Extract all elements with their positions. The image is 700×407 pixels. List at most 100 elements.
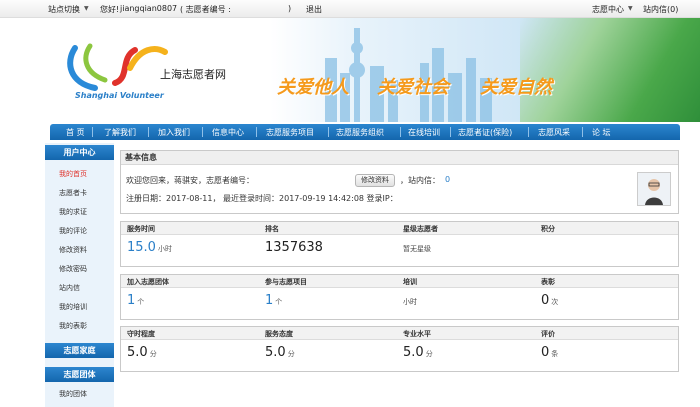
attitude-value: 5.0 分 — [265, 345, 295, 360]
nav-divider — [148, 127, 149, 137]
logo-english-text: Shanghai Volunteer — [75, 91, 164, 100]
nav-divider — [256, 127, 257, 137]
inbox-label: ，站内信： — [400, 176, 440, 185]
punctuality-value: 5.0 分 — [127, 345, 157, 360]
nav-divider — [400, 127, 401, 137]
chevron-down-icon[interactable]: ▼ — [628, 5, 633, 12]
sidebar: 用户中心 我的首页 志愿者卡 我的求证 我的评论 修改资料 修改密码 站内信 我… — [45, 143, 114, 407]
nav-divider — [582, 127, 583, 137]
professional-number: 5.0 — [403, 345, 424, 360]
sidebar-heading-group[interactable]: 志愿团体 — [45, 367, 114, 382]
groups-number[interactable]: 1 — [127, 293, 135, 308]
volunteer-no-close: ) — [288, 4, 292, 13]
stats-header — [121, 222, 678, 235]
groups-value[interactable]: 1个 — [127, 293, 144, 308]
label-awards: 表彰 — [541, 278, 555, 286]
sidebar-item-change-password[interactable]: 修改密码 — [59, 264, 87, 274]
nav-organizations[interactable]: 志愿服务组织 — [336, 127, 384, 138]
star-value: 暂无星级 — [403, 245, 431, 253]
nav-forum[interactable]: 论 坛 — [592, 127, 611, 138]
edit-profile-button[interactable]: 修改资料 — [355, 174, 395, 187]
sidebar-item-edit-profile[interactable]: 修改资料 — [59, 245, 87, 255]
slogan-3: 关爱自然 — [480, 77, 552, 98]
avatar — [637, 172, 671, 206]
training-unit: 小时 — [403, 298, 417, 306]
sidebar-item-inbox[interactable]: 站内信 — [59, 283, 80, 293]
reviews-value: 0条 — [541, 345, 558, 360]
rank-value: 1357638 — [265, 240, 323, 255]
nav-style[interactable]: 志愿风采 — [538, 127, 570, 138]
label-rank: 排名 — [265, 225, 279, 233]
awards-number: 0 — [541, 293, 550, 308]
projects-unit: 个 — [275, 298, 283, 306]
sidebar-item-my-comments[interactable]: 我的评论 — [59, 226, 87, 236]
chevron-down-icon[interactable]: ▼ — [84, 5, 89, 12]
top-bar: 站点切换 ▼ 您好! jiangqian0807 ( 志愿者编号 : ) 退出 … — [0, 0, 700, 18]
stats-row-1: 服务时间 排名 星级志愿者 积分 15.0 小时 1357638 暂无星级 — [120, 221, 679, 267]
label-reviews: 评价 — [541, 330, 555, 338]
nav-divider — [202, 127, 203, 137]
user-photo-icon — [638, 173, 670, 205]
nav-divider — [450, 127, 451, 137]
service-time-value: 15.0 小时 — [127, 240, 172, 255]
username-text: jiangqian0807 — [120, 4, 178, 13]
punctuality-number: 5.0 — [127, 345, 148, 360]
volunteer-center-link[interactable]: 志愿中心 — [592, 4, 624, 15]
basic-info-title: 基本信息 — [121, 151, 678, 165]
inbox-link[interactable]: 站内信(0) — [643, 4, 678, 15]
nav-projects[interactable]: 志愿服务项目 — [266, 127, 314, 138]
nav-home[interactable]: 首 页 — [66, 127, 85, 138]
label-projects: 参与志愿项目 — [265, 278, 307, 286]
professional-unit: 分 — [425, 350, 433, 358]
sidebar-item-my-group[interactable]: 我的团体 — [59, 389, 87, 399]
nav-divider — [328, 127, 329, 137]
inbox-count[interactable]: 0 — [445, 175, 450, 184]
reviews-number: 0 — [541, 345, 550, 360]
reviews-unit: 条 — [551, 350, 559, 358]
projects-number[interactable]: 1 — [265, 293, 273, 308]
slogan-2: 关爱社会 — [377, 77, 449, 98]
label-training: 培训 — [403, 278, 417, 286]
shanghai-volunteer-logo — [67, 43, 168, 91]
nav-certificate[interactable]: 志愿者证(保险) — [458, 127, 512, 138]
main-nav: 首 页 了解我们 加入我们 信息中心 志愿服务项目 志愿服务组织 在线培训 志愿… — [50, 124, 680, 140]
nav-about[interactable]: 了解我们 — [104, 127, 136, 138]
welcome-text: 欢迎您回来，蒋骐安，志愿者编号： — [126, 176, 254, 185]
logout-link[interactable]: 退出 — [306, 4, 322, 15]
attitude-unit: 分 — [287, 350, 295, 358]
label-points: 积分 — [541, 225, 555, 233]
label-attitude: 服务态度 — [265, 330, 293, 338]
volunteer-no-label: ( 志愿者编号 : — [180, 5, 231, 14]
stats-header — [121, 327, 678, 340]
label-groups: 加入志愿团体 — [127, 278, 169, 286]
service-time-number: 15.0 — [127, 240, 156, 255]
nav-info[interactable]: 信息中心 — [212, 127, 244, 138]
logo-chinese-text: 上海志愿者网 — [160, 68, 226, 81]
nav-divider — [528, 127, 529, 137]
label-punctuality: 守时程度 — [127, 330, 155, 338]
sidebar-item-my-verification[interactable]: 我的求证 — [59, 207, 87, 217]
stats-row-2: 加入志愿团体 参与志愿项目 培训 表彰 1个 1个 小时 0次 — [120, 274, 679, 320]
banner: 上海志愿者网 Shanghai Volunteer 关爱他人 关爱社会 关爱自然 — [0, 18, 700, 122]
sidebar-heading-family[interactable]: 志愿家庭 — [45, 343, 114, 358]
register-info: 注册日期：2017-08-11， 最近登录时间：2017-09-19 14:42… — [126, 194, 398, 203]
sidebar-item-my-home[interactable]: 我的首页 — [59, 169, 87, 179]
projects-value[interactable]: 1个 — [265, 293, 282, 308]
attitude-number: 5.0 — [265, 345, 286, 360]
nav-training[interactable]: 在线培训 — [408, 127, 440, 138]
groups-unit: 个 — [137, 298, 145, 306]
greeting-text: 您好! — [100, 5, 120, 14]
label-professional: 专业水平 — [403, 330, 431, 338]
label-star: 星级志愿者 — [403, 225, 438, 233]
nav-join[interactable]: 加入我们 — [158, 127, 190, 138]
sidebar-item-volunteer-card[interactable]: 志愿者卡 — [59, 188, 87, 198]
site-switch-link[interactable]: 站点切换 — [48, 4, 80, 15]
banner-grass-background — [520, 18, 700, 122]
sidebar-item-my-awards[interactable]: 我的表彰 — [59, 321, 87, 331]
awards-unit: 次 — [551, 298, 559, 306]
sidebar-heading-user-center[interactable]: 用户中心 — [45, 145, 114, 160]
service-time-unit: 小时 — [157, 245, 172, 253]
sidebar-item-my-training[interactable]: 我的培训 — [59, 302, 87, 312]
nav-divider — [92, 127, 93, 137]
label-service-time: 服务时间 — [127, 225, 155, 233]
